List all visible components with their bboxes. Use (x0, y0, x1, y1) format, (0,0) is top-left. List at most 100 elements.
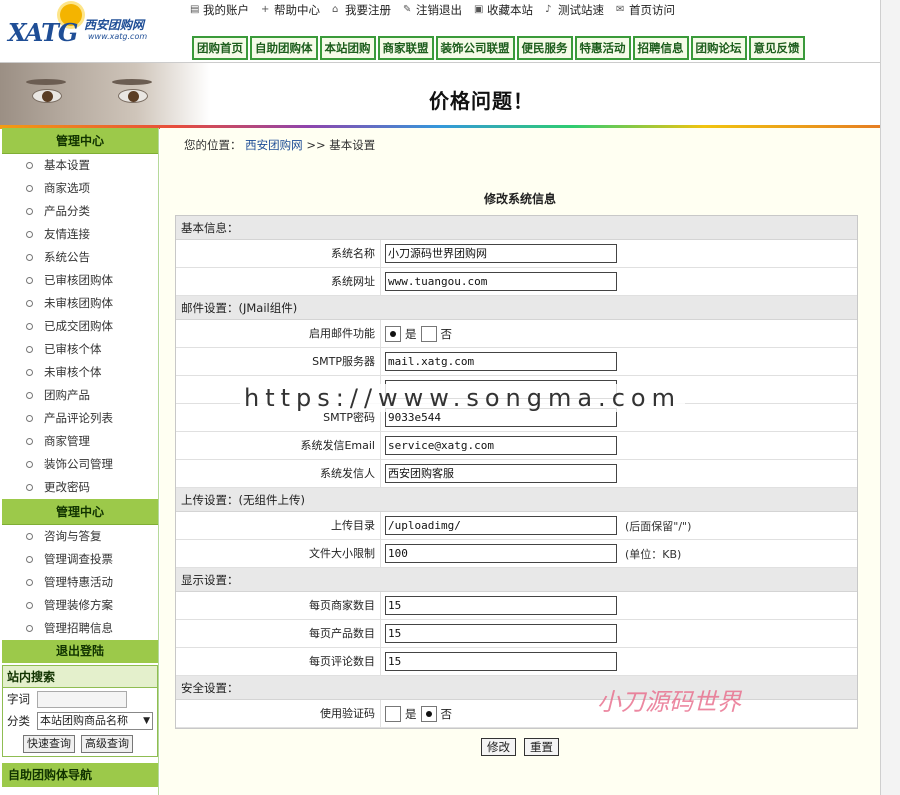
sidebar-item-product-categories[interactable]: 产品分类 (2, 200, 158, 223)
nav-specials[interactable]: 特惠活动 (574, 36, 631, 60)
music-icon: ♪ (545, 4, 552, 15)
advanced-search-button[interactable]: 高级查询 (81, 735, 133, 753)
upload-dir-input[interactable]: /uploadimg/ (385, 516, 617, 535)
system-name-input[interactable]: 小刀源码世界团购网 (385, 244, 617, 263)
logout-button[interactable]: 退出登陆 (2, 640, 158, 663)
category-label: 分类 (7, 714, 30, 728)
circle-bullet-icon (26, 162, 33, 169)
toplink-help[interactable]: + 帮助中心 (261, 2, 320, 18)
toplink-label: 注销退出 (416, 3, 462, 17)
sender-input[interactable]: 西安团购客服 (385, 464, 617, 483)
sidebar-item-product-reviews[interactable]: 产品评论列表 (2, 407, 158, 430)
category-select-value: 本站团购商品名称 (40, 714, 128, 727)
toplink-account[interactable]: ▤ 我的账户 (190, 2, 249, 18)
radio-label: 否 (440, 326, 453, 341)
category-select[interactable]: 本站团购商品名称 ▼ (37, 712, 153, 730)
field-label: 每页评论数目 (176, 648, 381, 675)
banner: 价格问题！ (0, 62, 880, 129)
toplink-logout[interactable]: ✎ 注销退出 (403, 2, 462, 18)
submit-button[interactable]: 修改 (481, 738, 516, 756)
sidebar-item-label: 已审核个体 (44, 342, 102, 356)
toplink-home[interactable]: ✉ 首页访问 (616, 2, 675, 18)
system-url-input[interactable]: www.tuangou.com (385, 272, 617, 291)
sidebar-item-group-products[interactable]: 团购产品 (2, 384, 158, 407)
sidebar-item-label: 未审核团购体 (44, 296, 113, 310)
header: XATG 西安团购网 www.xatg.com ▤ 我的账户 + 帮助中心 ⌂ 我要注… (0, 0, 880, 62)
keyword-label: 字词 (7, 692, 30, 706)
pencil-icon: ✎ (403, 4, 412, 15)
nav-self-group[interactable]: 自助团购体 (250, 36, 318, 60)
sidebar-item-announcements[interactable]: 系统公告 (2, 246, 158, 269)
field-label: 系统发信Email (176, 432, 381, 459)
merchants-per-page-input[interactable]: 15 (385, 596, 617, 615)
nav-merchant-union[interactable]: 商家联盟 (377, 36, 434, 60)
search-buttons: 快速查询 高级查询 (3, 732, 157, 756)
sidebar-admin-title: 管理中心 (2, 128, 158, 154)
sidebar-item-approved-individuals[interactable]: 已审核个体 (2, 338, 158, 361)
sidebar-item-basic-settings[interactable]: 基本设置 (2, 154, 158, 177)
nav-site-group[interactable]: 本站团购 (319, 36, 376, 60)
sidebar-item-change-password[interactable]: 更改密码 (2, 476, 158, 499)
sidebar-item-friend-links[interactable]: 友情连接 (2, 223, 158, 246)
nav-feedback[interactable]: 意见反馈 (748, 36, 805, 60)
reviews-per-page-input[interactable]: 15 (385, 652, 617, 671)
toplink-speedtest[interactable]: ♪ 测试站速 (545, 2, 604, 18)
form-row-captcha: 使用验证码 是 否 (176, 700, 857, 728)
mail-enable-yes-radio[interactable] (385, 325, 401, 342)
form-row-upload-dir: 上传目录 /uploadimg/ (后面保留"/") (176, 512, 857, 540)
sidebar-item-approved-groups[interactable]: 已审核团购体 (2, 269, 158, 292)
captcha-no-radio[interactable] (420, 705, 437, 722)
sidebar-item-merchant-management[interactable]: 商家管理 (2, 430, 158, 453)
toplink-bookmark[interactable]: ▣ 收藏本站 (474, 2, 533, 18)
radio-label: 是 (405, 326, 417, 341)
circle-bullet-icon (26, 438, 33, 445)
page-scrollbar[interactable] (880, 0, 900, 795)
breadcrumb: 您的位置： 西安团购网 >> 基本设置 (184, 137, 375, 153)
products-per-page-input[interactable]: 15 (385, 624, 617, 643)
radio-label: 否 (440, 706, 453, 721)
sidebar-item-label: 未审核个体 (44, 365, 102, 379)
circle-bullet-icon (26, 461, 33, 468)
system-email-input[interactable]: service@xatg.com (385, 436, 617, 455)
breadcrumb-separator: >> (306, 138, 326, 152)
nav-jobs[interactable]: 招聘信息 (632, 36, 689, 60)
sidebar-item-job-postings[interactable]: 管理招聘信息 (2, 617, 158, 640)
section-display: 显示设置： (176, 568, 857, 592)
quick-search-button[interactable]: 快速查询 (23, 735, 75, 753)
nav-forum[interactable]: 团购论坛 (690, 36, 747, 60)
sidebar-item-renovation-plans[interactable]: 管理装修方案 (2, 594, 158, 617)
nav-decor-union[interactable]: 装饰公司联盟 (435, 36, 515, 60)
breadcrumb-home-link[interactable]: 西安团购网 (245, 138, 303, 152)
banner-face-image (0, 63, 210, 125)
captcha-yes-radio[interactable] (385, 705, 401, 722)
house-icon: ⌂ (332, 4, 339, 15)
section-security: 安全设置： (176, 676, 857, 700)
sidebar-item-pending-individuals[interactable]: 未审核个体 (2, 361, 158, 384)
reset-button[interactable]: 重置 (524, 738, 559, 756)
keyword-input[interactable] (37, 690, 127, 708)
logo-url: www.xatg.com (88, 32, 148, 41)
sidebar-item-survey-votes[interactable]: 管理调查投票 (2, 548, 158, 571)
sidebar-item-label: 基本设置 (44, 158, 90, 172)
sidebar-item-merchant-options[interactable]: 商家选项 (2, 177, 158, 200)
circle-bullet-icon (26, 300, 33, 307)
circle-bullet-icon (26, 185, 33, 192)
sidebar-item-closed-groups[interactable]: 已成交团购体 (2, 315, 158, 338)
nav-home[interactable]: 团购首页 (192, 36, 248, 60)
sidebar-item-pending-groups[interactable]: 未审核团购体 (2, 292, 158, 315)
site-logo[interactable]: XATG 西安团购网 www.xatg.com (6, 2, 176, 58)
sidebar-item-label: 已审核团购体 (44, 273, 113, 287)
toplink-register[interactable]: ⌂ 我要注册 (332, 2, 391, 18)
sidebar-item-special-events[interactable]: 管理特惠活动 (2, 571, 158, 594)
field-label: 系统名称 (176, 240, 381, 267)
sidebar-item-decor-company-management[interactable]: 装饰公司管理 (2, 453, 158, 476)
form-title: 修改系统信息 (483, 192, 556, 206)
file-size-limit-input[interactable]: 100 (385, 544, 617, 563)
mail-enable-no-radio[interactable] (420, 325, 437, 342)
sidebar-item-label: 友情连接 (44, 227, 90, 241)
smtp-server-input[interactable]: mail.xatg.com (385, 352, 617, 371)
banner-title: 价格问题！ (429, 89, 534, 113)
sidebar-item-consultation[interactable]: 咨询与答复 (2, 525, 158, 548)
sidebar-item-label: 管理特惠活动 (44, 575, 113, 589)
nav-services[interactable]: 便民服务 (516, 36, 573, 60)
